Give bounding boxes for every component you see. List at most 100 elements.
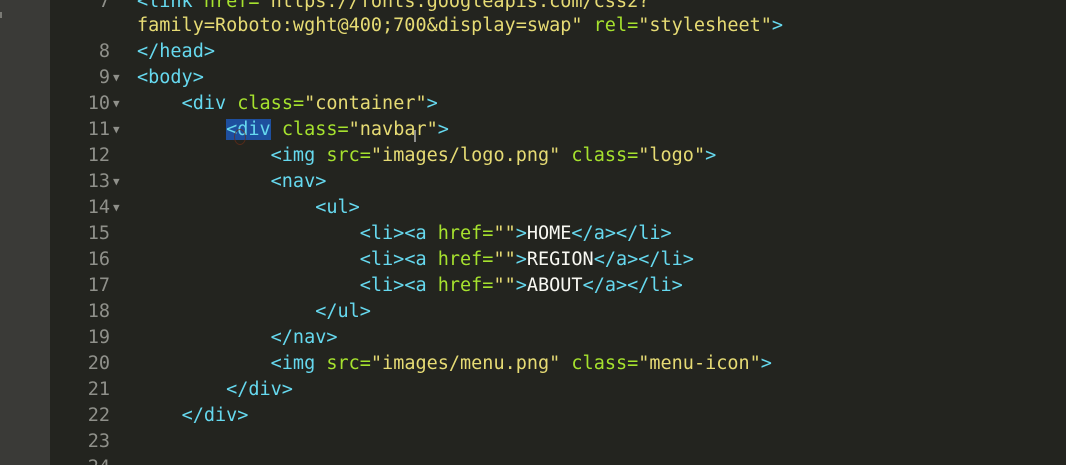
code-line[interactable]: 22 </div>: [50, 403, 1066, 429]
code-text: </div>: [137, 403, 249, 429]
fold-triangle-icon[interactable]: ▼: [113, 169, 120, 195]
code-token: >: [771, 15, 784, 36]
code-token: src=: [326, 353, 371, 374]
code-line[interactable]: 8 </head>: [50, 39, 1066, 65]
code-token: "stylesheet": [638, 15, 772, 36]
code-text: family=Roboto:wght@400;700&display=swap"…: [137, 13, 783, 39]
code-line[interactable]: 21 </div>: [50, 377, 1066, 403]
line-number: 23: [87, 431, 110, 452]
code-token: >: [515, 275, 527, 296]
code-token: >: [515, 249, 527, 270]
code-token: href=: [437, 275, 494, 296]
code-line[interactable]: 9 ▼ <body>: [50, 65, 1066, 91]
code-token: rel=: [593, 15, 639, 36]
code-line[interactable]: 15 <li><a href="">HOME</a></li>: [50, 221, 1066, 247]
code-line[interactable]: 10 ▼ <div class="container">: [50, 91, 1066, 117]
code-token: class=: [571, 353, 639, 374]
code-token: </ul>: [315, 301, 371, 322]
code-line[interactable]: 18 </ul>: [50, 299, 1066, 325]
code-token: "navbar": [348, 119, 438, 140]
code-text: <body>: [137, 65, 204, 91]
code-line[interactable]: 11 ▼ <div class="navbar">: [50, 117, 1066, 143]
code-token: "": [493, 223, 516, 244]
code-token: </a></li>: [593, 249, 694, 270]
code-line[interactable]: 12 <img src="images/logo.png" class="log…: [50, 143, 1066, 169]
line-number: 12: [87, 145, 110, 166]
code-line[interactable]: 13 ▼ <nav>: [50, 169, 1066, 195]
code-token: "https://fonts.googleapis.com/css2?: [259, 0, 650, 12]
code-text: <li><a href="">ABOUT</a></li>: [137, 273, 683, 299]
code-text: <li><a href="">HOME</a></li>: [137, 221, 672, 247]
code-line[interactable]: 23: [50, 429, 1066, 455]
code-token: <nav>: [270, 171, 327, 192]
code-token: REGION: [526, 249, 594, 270]
code-token: href=: [203, 0, 260, 12]
line-number: 24: [50, 455, 110, 465]
code-token: class=: [237, 93, 305, 114]
code-line[interactable]: 17 <li><a href="">ABOUT</a></li>: [50, 273, 1066, 299]
code-token: >: [515, 223, 527, 244]
code-text: </head>: [137, 39, 215, 65]
line-number: 11: [87, 119, 110, 140]
code-editor[interactable]: 7 <link href="https://fonts.googleapis.co…: [50, 0, 1066, 465]
code-token: </a></li>: [582, 275, 683, 296]
code-token: "": [493, 275, 516, 296]
code-line[interactable]: 14 ▼ <ul>: [50, 195, 1066, 221]
code-line[interactable]: family=Roboto:wght@400;700&display=swap"…: [50, 13, 1066, 39]
code-text: <div class="container">: [137, 91, 438, 117]
code-text: <nav>: [137, 169, 327, 195]
code-token: <li><a: [359, 249, 438, 270]
code-token: <link: [137, 0, 204, 12]
code-text: <li><a href="">REGION</a></li>: [137, 247, 694, 273]
code-text: <img src="images/menu.png" class="menu-i…: [137, 351, 772, 377]
code-token: class=: [281, 119, 349, 140]
code-token: "images/menu.png": [370, 353, 561, 374]
line-number: 20: [87, 353, 110, 374]
line-number: 16: [87, 249, 110, 270]
code-token: href=: [437, 223, 494, 244]
line-number: 13: [87, 171, 110, 192]
code-token: >: [426, 93, 438, 114]
code-token: family=Roboto:wght@400;700&display=swap": [137, 15, 583, 36]
mouse-ibeam-cursor: [414, 130, 416, 142]
code-token: <ul>: [315, 197, 360, 218]
line-number: 15: [87, 223, 110, 244]
code-line[interactable]: 20 <img src="images/menu.png" class="men…: [50, 351, 1066, 377]
code-token: HOME: [526, 223, 572, 244]
code-token: <li><a: [359, 223, 438, 244]
code-token: </div>: [226, 379, 293, 400]
code-text: </nav>: [137, 325, 338, 351]
code-line[interactable]: 24: [50, 455, 1066, 465]
code-line[interactable]: 19 </nav>: [50, 325, 1066, 351]
code-token: src=: [326, 145, 371, 166]
code-token: ABOUT: [526, 275, 583, 296]
line-number: 19: [87, 327, 110, 348]
line-number: 18: [87, 301, 110, 322]
fold-triangle-icon[interactable]: ▼: [113, 91, 120, 117]
code-token: href=: [437, 249, 494, 270]
fold-triangle-icon[interactable]: ▼: [113, 195, 120, 221]
code-token: <li><a: [359, 275, 438, 296]
code-line[interactable]: 16 <li><a href="">REGION</a></li>: [50, 247, 1066, 273]
line-number: 21: [87, 379, 110, 400]
code-token: </div>: [181, 405, 249, 426]
code-token: </head>: [137, 41, 215, 62]
fold-triangle-icon[interactable]: ▼: [113, 65, 120, 91]
fold-triangle-icon[interactable]: ▼: [113, 117, 120, 143]
code-token: <img: [270, 353, 327, 374]
code-token: "": [493, 249, 516, 270]
